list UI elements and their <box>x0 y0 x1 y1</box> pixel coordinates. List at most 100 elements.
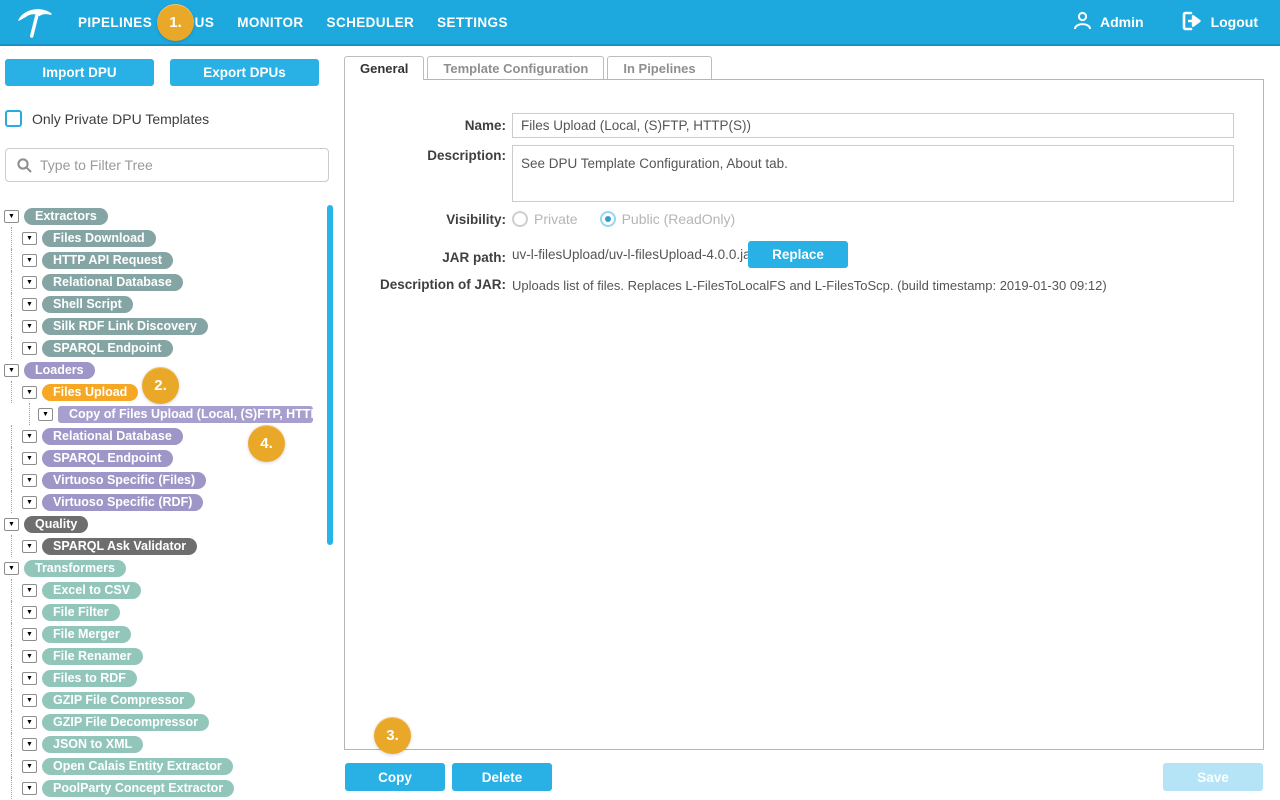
tree-item-label: Open Calais Entity Extractor <box>42 758 233 775</box>
tree-item-file-filter[interactable]: ▼File Filter <box>0 601 334 623</box>
expander-icon[interactable]: ▼ <box>22 782 37 795</box>
jar-path-value: uv-l-filesUpload/uv-l-filesUpload-4.0.0.… <box>512 241 755 268</box>
expander-icon[interactable]: ▼ <box>4 562 19 575</box>
tree-item-gzip-file-compressor[interactable]: ▼GZIP File Compressor <box>0 689 334 711</box>
jar-description-value: Uploads list of files. Replaces L-FilesT… <box>512 277 1107 293</box>
tree-item-excel-to-csv[interactable]: ▼Excel to CSV <box>0 579 334 601</box>
tree-item-file-merger[interactable]: ▼ File Merger <box>0 623 334 645</box>
tree-item-label: Relational Database <box>42 274 183 291</box>
tree-item-silk-rdf-link-discovery[interactable]: ▼ Silk RDF Link Discovery <box>0 315 334 337</box>
expander-icon[interactable]: ▼ <box>22 232 37 245</box>
nav-item-monitor[interactable]: MONITOR <box>237 15 303 30</box>
tree-item-label: Files Upload <box>42 384 138 401</box>
tree-item-json-to-xml[interactable]: ▼JSON to XML <box>0 733 334 755</box>
expander-icon[interactable]: ▼ <box>22 298 37 311</box>
tree-item-files-to-rdf[interactable]: ▼ Files to RDF <box>0 667 334 689</box>
tree-item-virtuoso-specific-rdf[interactable]: ▼Virtuoso Specific (RDF) <box>0 491 334 513</box>
save-button-disabled[interactable]: Save <box>1163 763 1263 791</box>
import-dpu-button[interactable]: Import DPU <box>5 59 154 86</box>
expander-icon[interactable]: ▼ <box>22 276 37 289</box>
tree-item-label: SPARQL Endpoint <box>42 340 173 357</box>
nav-item-pipelines[interactable]: PIPELINES <box>78 15 152 30</box>
tree-item-copy-of-files-upload-selected[interactable]: ▼Copy of Files Upload (Local, (S)FTP, HT… <box>0 403 334 425</box>
expander-icon[interactable]: ▼ <box>22 342 37 355</box>
tree-filter <box>5 148 329 182</box>
expander-icon[interactable]: ▼ <box>22 320 37 333</box>
only-private-checkbox[interactable] <box>5 110 22 127</box>
expander-icon[interactable]: ▼ <box>22 628 37 641</box>
expander-icon[interactable]: ▼ <box>38 408 53 421</box>
tree-item-poolparty-concept-extractor[interactable]: ▼ PoolParty Concept Extractor <box>0 777 334 799</box>
tree-category-quality[interactable]: ▼ Quality <box>0 513 334 535</box>
export-dpus-button[interactable]: Export DPUs <box>170 59 319 86</box>
user-icon <box>1072 10 1093 34</box>
expander-icon[interactable]: ▼ <box>22 738 37 751</box>
tree-item-sparql-endpoint-extractor[interactable]: ▼ SPARQL Endpoint <box>0 337 334 359</box>
expander-icon[interactable]: ▼ <box>4 364 19 377</box>
tree-item-open-calais-entity-extractor[interactable]: ▼ Open Calais Entity Extractor <box>0 755 334 777</box>
tree-item-relational-database[interactable]: ▼ Relational Database <box>0 271 334 293</box>
tree-item-files-download[interactable]: ▼Files Download <box>0 227 334 249</box>
detail-tabs: General Template Configuration In Pipeli… <box>344 56 712 79</box>
user-menu[interactable]: Admin <box>1072 10 1144 34</box>
app-logo-umbrella-icon[interactable] <box>16 4 54 42</box>
tree-item-shell-script[interactable]: ▼ Shell Script <box>0 293 334 315</box>
tree-item-label: SPARQL Ask Validator <box>42 538 197 555</box>
expander-icon[interactable]: ▼ <box>22 606 37 619</box>
tree-item-label: Relational Database <box>42 428 183 445</box>
nav-item-settings[interactable]: SETTINGS <box>437 15 508 30</box>
expander-icon[interactable]: ▼ <box>22 386 37 399</box>
tree-item-file-renamer[interactable]: ▼File Renamer <box>0 645 334 667</box>
tree-item-gzip-file-decompressor[interactable]: ▼GZIP File Decompressor <box>0 711 334 733</box>
jar-path-row: JAR path: uv-l-filesUpload/uv-l-filesUpl… <box>345 241 1263 268</box>
tree-item-label: Shell Script <box>42 296 133 313</box>
expander-icon[interactable]: ▼ <box>22 452 37 465</box>
expander-icon[interactable]: ▼ <box>22 650 37 663</box>
expander-icon[interactable]: ▼ <box>22 694 37 707</box>
tree-item-label: SPARQL Endpoint <box>42 450 173 467</box>
description-row: Description: See DPU Template Configurat… <box>345 145 1263 207</box>
expander-icon[interactable]: ▼ <box>22 496 37 509</box>
expander-icon[interactable]: ▼ <box>22 430 37 443</box>
tree-item-label: File Merger <box>42 626 131 643</box>
expander-icon[interactable]: ▼ <box>22 672 37 685</box>
tree-item-virtuoso-specific-files[interactable]: ▼Virtuoso Specific (Files) <box>0 469 334 491</box>
logout-button[interactable]: Logout <box>1180 10 1258 35</box>
tree-category-transformers[interactable]: ▼Transformers <box>0 557 334 579</box>
tree-item-sparql-endpoint-loader[interactable]: ▼ SPARQL Endpoint <box>0 447 334 469</box>
dpu-template-tree: ▼Extractors ▼Files Download ▼ HTTP API Re… <box>0 205 334 799</box>
name-row: Name: <box>345 113 1263 138</box>
tab-general[interactable]: General <box>344 56 424 80</box>
tree-item-sparql-ask-validator[interactable]: ▼ SPARQL Ask Validator <box>0 535 334 557</box>
expander-icon[interactable]: ▼ <box>22 584 37 597</box>
tree-item-label: Files to RDF <box>42 670 137 687</box>
description-label: Description: <box>345 145 506 207</box>
tree-scrollbar[interactable] <box>327 205 333 545</box>
tree-filter-input[interactable] <box>5 148 329 182</box>
expander-icon[interactable]: ▼ <box>22 540 37 553</box>
private-radio[interactable] <box>512 211 528 227</box>
expander-icon[interactable]: ▼ <box>22 474 37 487</box>
tab-template-configuration[interactable]: Template Configuration <box>427 56 604 79</box>
name-input[interactable] <box>512 113 1234 138</box>
tree-item-label: Loaders <box>24 362 95 379</box>
copy-button[interactable]: Copy <box>345 763 445 791</box>
delete-button[interactable]: Delete <box>452 763 552 791</box>
expander-icon[interactable]: ▼ <box>22 716 37 729</box>
replace-jar-button[interactable]: Replace <box>748 241 848 268</box>
tree-item-label: HTTP API Request <box>42 252 173 269</box>
tree-category-extractors[interactable]: ▼Extractors <box>0 205 334 227</box>
dpu-detail-panel: Name: Description: See DPU Template Conf… <box>344 79 1264 750</box>
description-textarea[interactable]: See DPU Template Configuration, About ta… <box>512 145 1234 202</box>
expander-icon[interactable]: ▼ <box>4 518 19 531</box>
expander-icon[interactable]: ▼ <box>22 254 37 267</box>
public-readonly-radio[interactable] <box>600 211 616 227</box>
expander-icon[interactable]: ▼ <box>4 210 19 223</box>
expander-icon[interactable]: ▼ <box>22 760 37 773</box>
tab-in-pipelines[interactable]: In Pipelines <box>607 56 711 79</box>
tree-item-label: Silk RDF Link Discovery <box>42 318 208 335</box>
tree-item-label: Quality <box>24 516 88 533</box>
nav-item-scheduler[interactable]: SCHEDULER <box>327 15 415 30</box>
tree-item-label: PoolParty Concept Extractor <box>42 780 234 797</box>
tree-item-http-api-request[interactable]: ▼ HTTP API Request <box>0 249 334 271</box>
